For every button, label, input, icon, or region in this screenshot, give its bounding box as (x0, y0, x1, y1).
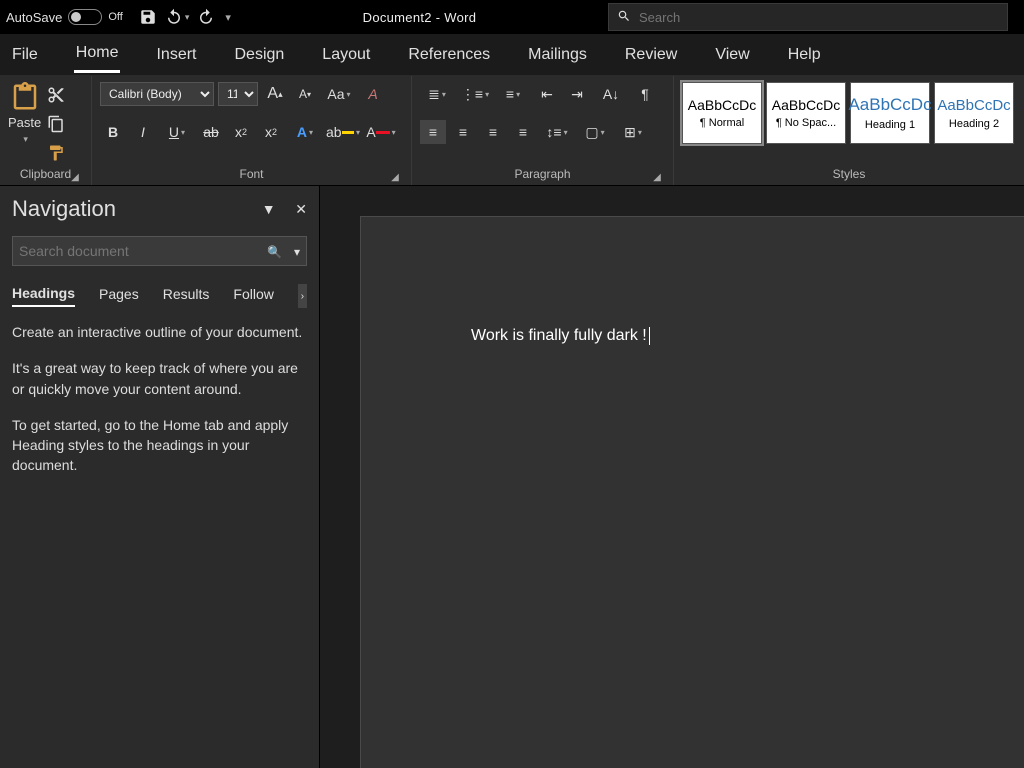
style-normal[interactable]: AaBbCcDc ¶ Normal (682, 82, 762, 144)
nav-paragraph: It's a great way to keep track of where … (12, 358, 307, 399)
numbering-icon[interactable]: ⋮≡▾ (458, 82, 492, 106)
borders-icon[interactable]: ⊞▾ (616, 120, 650, 144)
document-title: Document2 - Word (241, 10, 598, 25)
style-no-spacing[interactable]: AaBbCcDc ¶ No Spac... (766, 82, 846, 144)
grow-font-icon[interactable]: A▴ (262, 82, 288, 106)
tab-layout[interactable]: Layout (320, 38, 372, 72)
document-page[interactable]: Work is finally fully dark ! (360, 216, 1024, 768)
autosave-label: AutoSave (6, 10, 62, 25)
clear-formatting-icon[interactable]: A (360, 82, 386, 106)
toggle-switch-icon (68, 9, 102, 25)
strikethrough-button[interactable]: ab (198, 120, 224, 144)
paragraph-dialog-launcher-icon[interactable]: ◢ (651, 169, 663, 181)
line-spacing-icon[interactable]: ↕≡▾ (540, 120, 574, 144)
group-font-label: Font (239, 167, 263, 181)
save-icon[interactable] (139, 8, 157, 26)
tab-references[interactable]: References (406, 38, 492, 72)
nav-tab-follow[interactable]: Follow (233, 286, 273, 306)
multilevel-list-icon[interactable]: ≡▾ (496, 82, 530, 106)
redo-icon[interactable] (197, 8, 215, 26)
text-cursor-icon (649, 327, 650, 345)
tab-review[interactable]: Review (623, 38, 679, 72)
shading-icon[interactable]: ▢▾ (578, 120, 612, 144)
tab-mailings[interactable]: Mailings (526, 38, 589, 72)
navigation-pane: Navigation ▼ ✕ 🔍 ▾ Headings Pages Result… (0, 186, 320, 768)
bold-button[interactable]: B (100, 120, 126, 144)
navigation-close-icon[interactable]: ✕ (295, 201, 307, 217)
underline-button[interactable]: U▾ (160, 120, 194, 144)
italic-button[interactable]: I (130, 120, 156, 144)
group-clipboard: Paste ▾ Clipboard◢ (0, 76, 92, 185)
customize-qat-icon[interactable]: ▾ (223, 11, 231, 24)
tab-home[interactable]: Home (74, 36, 121, 73)
autosave-state: Off (108, 11, 122, 23)
format-painter-icon[interactable] (47, 144, 65, 165)
font-dialog-launcher-icon[interactable]: ◢ (389, 169, 401, 181)
align-right-icon[interactable]: ≡ (480, 120, 506, 144)
sort-icon[interactable]: A↓ (594, 82, 628, 106)
group-styles: AaBbCcDc ¶ Normal AaBbCcDc ¶ No Spac... … (674, 76, 1024, 185)
document-area[interactable]: Work is finally fully dark ! (320, 186, 1024, 768)
nav-tab-results[interactable]: Results (163, 286, 210, 306)
search-options-icon[interactable]: ▾ (294, 245, 300, 259)
font-size-select[interactable]: 11 (218, 82, 258, 106)
navigation-body: Create an interactive outline of your do… (12, 322, 307, 492)
ribbon-tabs: File Home Insert Design Layout Reference… (0, 34, 1024, 76)
align-center-icon[interactable]: ≡ (450, 120, 476, 144)
tab-insert[interactable]: Insert (154, 38, 198, 72)
clipboard-dialog-launcher-icon[interactable]: ◢ (69, 169, 81, 181)
subscript-button[interactable]: x2 (228, 120, 254, 144)
group-clipboard-label: Clipboard (20, 167, 71, 181)
cut-icon[interactable] (47, 86, 65, 107)
navigation-search[interactable]: 🔍 ▾ (12, 236, 307, 266)
nav-tab-headings[interactable]: Headings (12, 285, 75, 307)
style-heading2[interactable]: AaBbCcDc Heading 2 (934, 82, 1014, 144)
style-heading1[interactable]: AaBbCcDc Heading 1 (850, 82, 930, 144)
tab-file[interactable]: File (10, 38, 40, 72)
tab-view[interactable]: View (713, 38, 751, 72)
paste-button[interactable]: Paste ▾ (8, 82, 41, 145)
nav-paragraph: To get started, go to the Home tab and a… (12, 415, 307, 476)
font-color-icon[interactable]: A▾ (364, 120, 398, 144)
bullets-icon[interactable]: ≣▾ (420, 82, 454, 106)
text-effects-icon[interactable]: A▾ (288, 120, 322, 144)
group-font: Calibri (Body) 11 A▴ A▾ Aa▾ A B I U▾ ab … (92, 76, 412, 185)
nav-tab-scroll-right-icon[interactable]: › (298, 284, 307, 308)
align-left-icon[interactable]: ≡ (420, 120, 446, 144)
tab-design[interactable]: Design (232, 38, 286, 72)
superscript-button[interactable]: x2 (258, 120, 284, 144)
decrease-indent-icon[interactable]: ⇤ (534, 82, 560, 106)
tab-help[interactable]: Help (786, 38, 823, 72)
search-icon (617, 9, 631, 26)
shrink-font-icon[interactable]: A▾ (292, 82, 318, 106)
copy-icon[interactable] (47, 115, 65, 136)
navigation-tabs: Headings Pages Results Follow › (12, 284, 307, 308)
title-bar: AutoSave Off ▾ ▾ Document2 - Word (0, 0, 1024, 34)
justify-icon[interactable]: ≡ (510, 120, 536, 144)
search-box[interactable] (608, 3, 1008, 31)
nav-tab-pages[interactable]: Pages (99, 286, 139, 306)
group-paragraph-label: Paragraph (514, 167, 570, 181)
autosave-toggle[interactable]: AutoSave Off (6, 9, 123, 25)
group-paragraph: ≣▾ ⋮≡▾ ≡▾ ⇤ ⇥ A↓ ¶ ≡ ≡ ≡ ≡ ↕≡▾ ▢▾ ⊞▾ Par… (412, 76, 674, 185)
navigation-title: Navigation (12, 196, 116, 222)
highlight-color-icon[interactable]: ab▾ (326, 120, 360, 144)
undo-icon[interactable]: ▾ (165, 8, 190, 26)
navigation-options-icon[interactable]: ▼ (262, 201, 276, 217)
nav-paragraph: Create an interactive outline of your do… (12, 322, 307, 342)
paste-label: Paste (8, 115, 41, 130)
paragraph-marks-icon[interactable]: ¶ (632, 82, 658, 106)
font-name-select[interactable]: Calibri (Body) (100, 82, 214, 106)
quick-access-toolbar: ▾ ▾ (139, 8, 231, 26)
search-input[interactable] (639, 10, 999, 25)
navigation-search-input[interactable] (19, 243, 259, 259)
change-case-icon[interactable]: Aa▾ (322, 82, 356, 106)
increase-indent-icon[interactable]: ⇥ (564, 82, 590, 106)
search-icon[interactable]: 🔍 (267, 245, 282, 259)
group-styles-label: Styles (833, 167, 866, 181)
ribbon: Paste ▾ Clipboard◢ Calibri (Body) 11 A▴ … (0, 76, 1024, 186)
document-body-text: Work is finally fully dark ! (471, 327, 647, 344)
workspace: Navigation ▼ ✕ 🔍 ▾ Headings Pages Result… (0, 186, 1024, 768)
